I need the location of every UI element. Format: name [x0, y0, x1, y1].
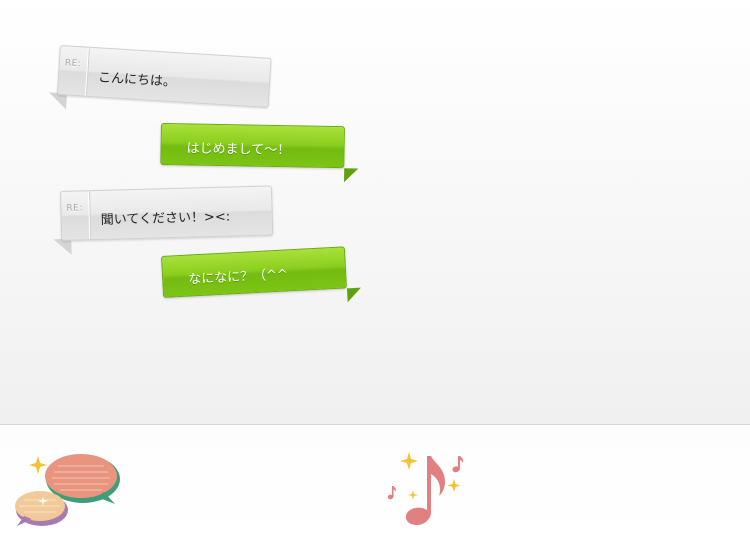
reply-label: RE:	[64, 58, 82, 70]
bubble-card: はじめまして～！	[160, 123, 345, 169]
sent-message-bubble: なになに？（^^	[161, 246, 364, 312]
bubble-tail	[53, 238, 72, 256]
reply-label: RE:	[66, 203, 84, 214]
message-text: 聞いてください！><:	[100, 209, 231, 228]
bubble-card: なになに？（^^	[161, 246, 347, 298]
reply-strip: RE:	[58, 46, 89, 96]
bubble-tail	[343, 168, 359, 183]
speech-bubbles-icon	[15, 454, 120, 526]
bubble-card: RE: こんにちは。	[56, 45, 272, 108]
chat-area: RE: こんにちは。 はじめまして～！ RE: 聞いてください！><: なになに…	[0, 0, 750, 425]
message-text: はじめまして～！	[186, 141, 291, 159]
sent-message-bubble: はじめまして～！	[160, 123, 361, 183]
message-text: なになに？（^^	[187, 267, 289, 288]
received-message-bubble: RE: こんにちは。	[48, 45, 279, 118]
message-text: こんにちは。	[97, 70, 177, 91]
received-message-bubble: RE: 聞いてください！><:	[53, 185, 281, 256]
bubble-card: RE: 聞いてください！><:	[60, 185, 274, 241]
reply-strip: RE:	[61, 191, 91, 240]
bubble-tail	[346, 287, 362, 303]
music-note-icon	[387, 452, 464, 526]
